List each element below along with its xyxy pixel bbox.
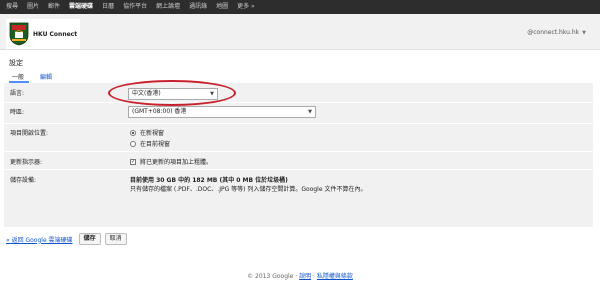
nav-item-groups[interactable]: 網上論壇 bbox=[156, 0, 180, 14]
nav-item-search[interactable]: 搜尋 bbox=[6, 0, 18, 14]
nav-item-drive[interactable]: 雲端硬碟 bbox=[69, 0, 93, 14]
language-select[interactable]: 中文(香港) ▼ bbox=[128, 88, 218, 100]
radio-current-window[interactable] bbox=[130, 140, 136, 147]
timezone-label: 時區: bbox=[10, 109, 25, 116]
language-label: 語言: bbox=[10, 90, 25, 97]
radio-new-window-label: 在新視窗 bbox=[140, 130, 165, 137]
nav-item-contacts[interactable]: 通訊錄 bbox=[189, 0, 207, 14]
back-to-drive-link[interactable]: « 返回 Google 雲端硬碟 bbox=[6, 235, 73, 244]
nav-item-images[interactable]: 圖片 bbox=[27, 0, 39, 14]
storage-label: 儲存設備: bbox=[10, 177, 37, 184]
nav-item-more[interactable]: 更多 » bbox=[237, 0, 255, 14]
nav-item-calendar[interactable]: 日曆 bbox=[102, 0, 114, 14]
open-in-new-window-option[interactable]: 在新視窗 bbox=[130, 128, 164, 137]
tab-edit[interactable]: 編輯 bbox=[40, 72, 52, 81]
cancel-button[interactable]: 取消 bbox=[104, 233, 127, 245]
storage-row: 儲存設備: 目前使用 30 GB 中的 182 MB (其中 0 MB 位於垃圾… bbox=[4, 170, 593, 227]
footer-actions: « 返回 Google 雲端硬碟 儲存 取消 bbox=[6, 233, 131, 245]
open-in-current-window-option[interactable]: 在目前視窗 bbox=[130, 139, 170, 148]
chevron-down-icon: ▼ bbox=[308, 109, 312, 115]
logo-text: HKU Connect bbox=[33, 30, 78, 38]
bold-updated-items-option[interactable]: ✓ 將已更新的項目加上粗體。 bbox=[130, 157, 212, 166]
bold-updated-checkbox[interactable]: ✓ bbox=[130, 158, 136, 165]
chevron-down-icon: ▼ bbox=[582, 29, 586, 36]
nav-item-sites[interactable]: 協作平台 bbox=[123, 0, 147, 14]
update-indicator-row: 更新指示器: ✓ 將已更新的項目加上粗體。 bbox=[4, 152, 593, 170]
nav-item-maps[interactable]: 地圖 bbox=[216, 0, 228, 14]
open-location-row: 項目開啟位置: 在新視窗 在目前視窗 bbox=[4, 124, 593, 152]
update-indicator-label: 更新指示器: bbox=[10, 159, 43, 166]
storage-usage: 目前使用 30 GB 中的 182 MB (其中 0 MB 位於垃圾桶) bbox=[130, 177, 288, 184]
timezone-select-value: (GMT+08:00) 香港 bbox=[132, 108, 187, 115]
hku-crest-icon bbox=[9, 22, 29, 46]
timezone-row: 時區: (GMT+08:00) 香港 ▼ bbox=[4, 103, 593, 124]
open-location-label: 項目開啟位置: bbox=[10, 130, 49, 137]
language-row: 語言: 中文(香港) ▼ bbox=[4, 83, 593, 103]
nav-item-mail[interactable]: 郵件 bbox=[48, 0, 60, 14]
header-bar bbox=[0, 14, 600, 50]
privacy-terms-link[interactable]: 私隱權與條款 bbox=[317, 273, 353, 280]
top-nav-bar: 搜尋 圖片 郵件 雲端硬碟 日曆 協作平台 網上論壇 通訊錄 地圖 更多 » bbox=[0, 0, 600, 14]
save-button[interactable]: 儲存 bbox=[78, 233, 101, 245]
bold-updated-label: 將已更新的項目加上粗體。 bbox=[140, 159, 213, 166]
storage-note: 只有儲存的檔案 (.PDF、.DOC、.JPG 等等) 列入儲存空間計算。Goo… bbox=[130, 186, 367, 193]
help-link[interactable]: 說明 bbox=[299, 273, 311, 280]
timezone-select[interactable]: (GMT+08:00) 香港 ▼ bbox=[128, 106, 316, 118]
chevron-down-icon: ▼ bbox=[210, 91, 214, 97]
radio-current-window-label: 在目前視窗 bbox=[140, 141, 171, 148]
settings-tabs: 一般 編輯 bbox=[0, 72, 600, 83]
settings-panel: 語言: 中文(香港) ▼ 時區: (GMT+08:00) 香港 ▼ 項目開啟位置… bbox=[4, 83, 593, 227]
copyright-footer: © 2013 Google · 說明 · 私隱權與條款 bbox=[0, 271, 600, 280]
language-select-value: 中文(香港) bbox=[132, 90, 161, 97]
account-menu[interactable]: @connect.hku.hk ▼ bbox=[527, 29, 586, 36]
page-title: 設定 bbox=[9, 59, 23, 67]
radio-new-window[interactable] bbox=[130, 129, 136, 136]
account-email: @connect.hku.hk bbox=[527, 29, 580, 36]
tab-general[interactable]: 一般 bbox=[12, 72, 24, 81]
hku-connect-logo[interactable]: HKU Connect bbox=[6, 19, 80, 49]
copyright-text: © 2013 Google · bbox=[247, 273, 300, 280]
